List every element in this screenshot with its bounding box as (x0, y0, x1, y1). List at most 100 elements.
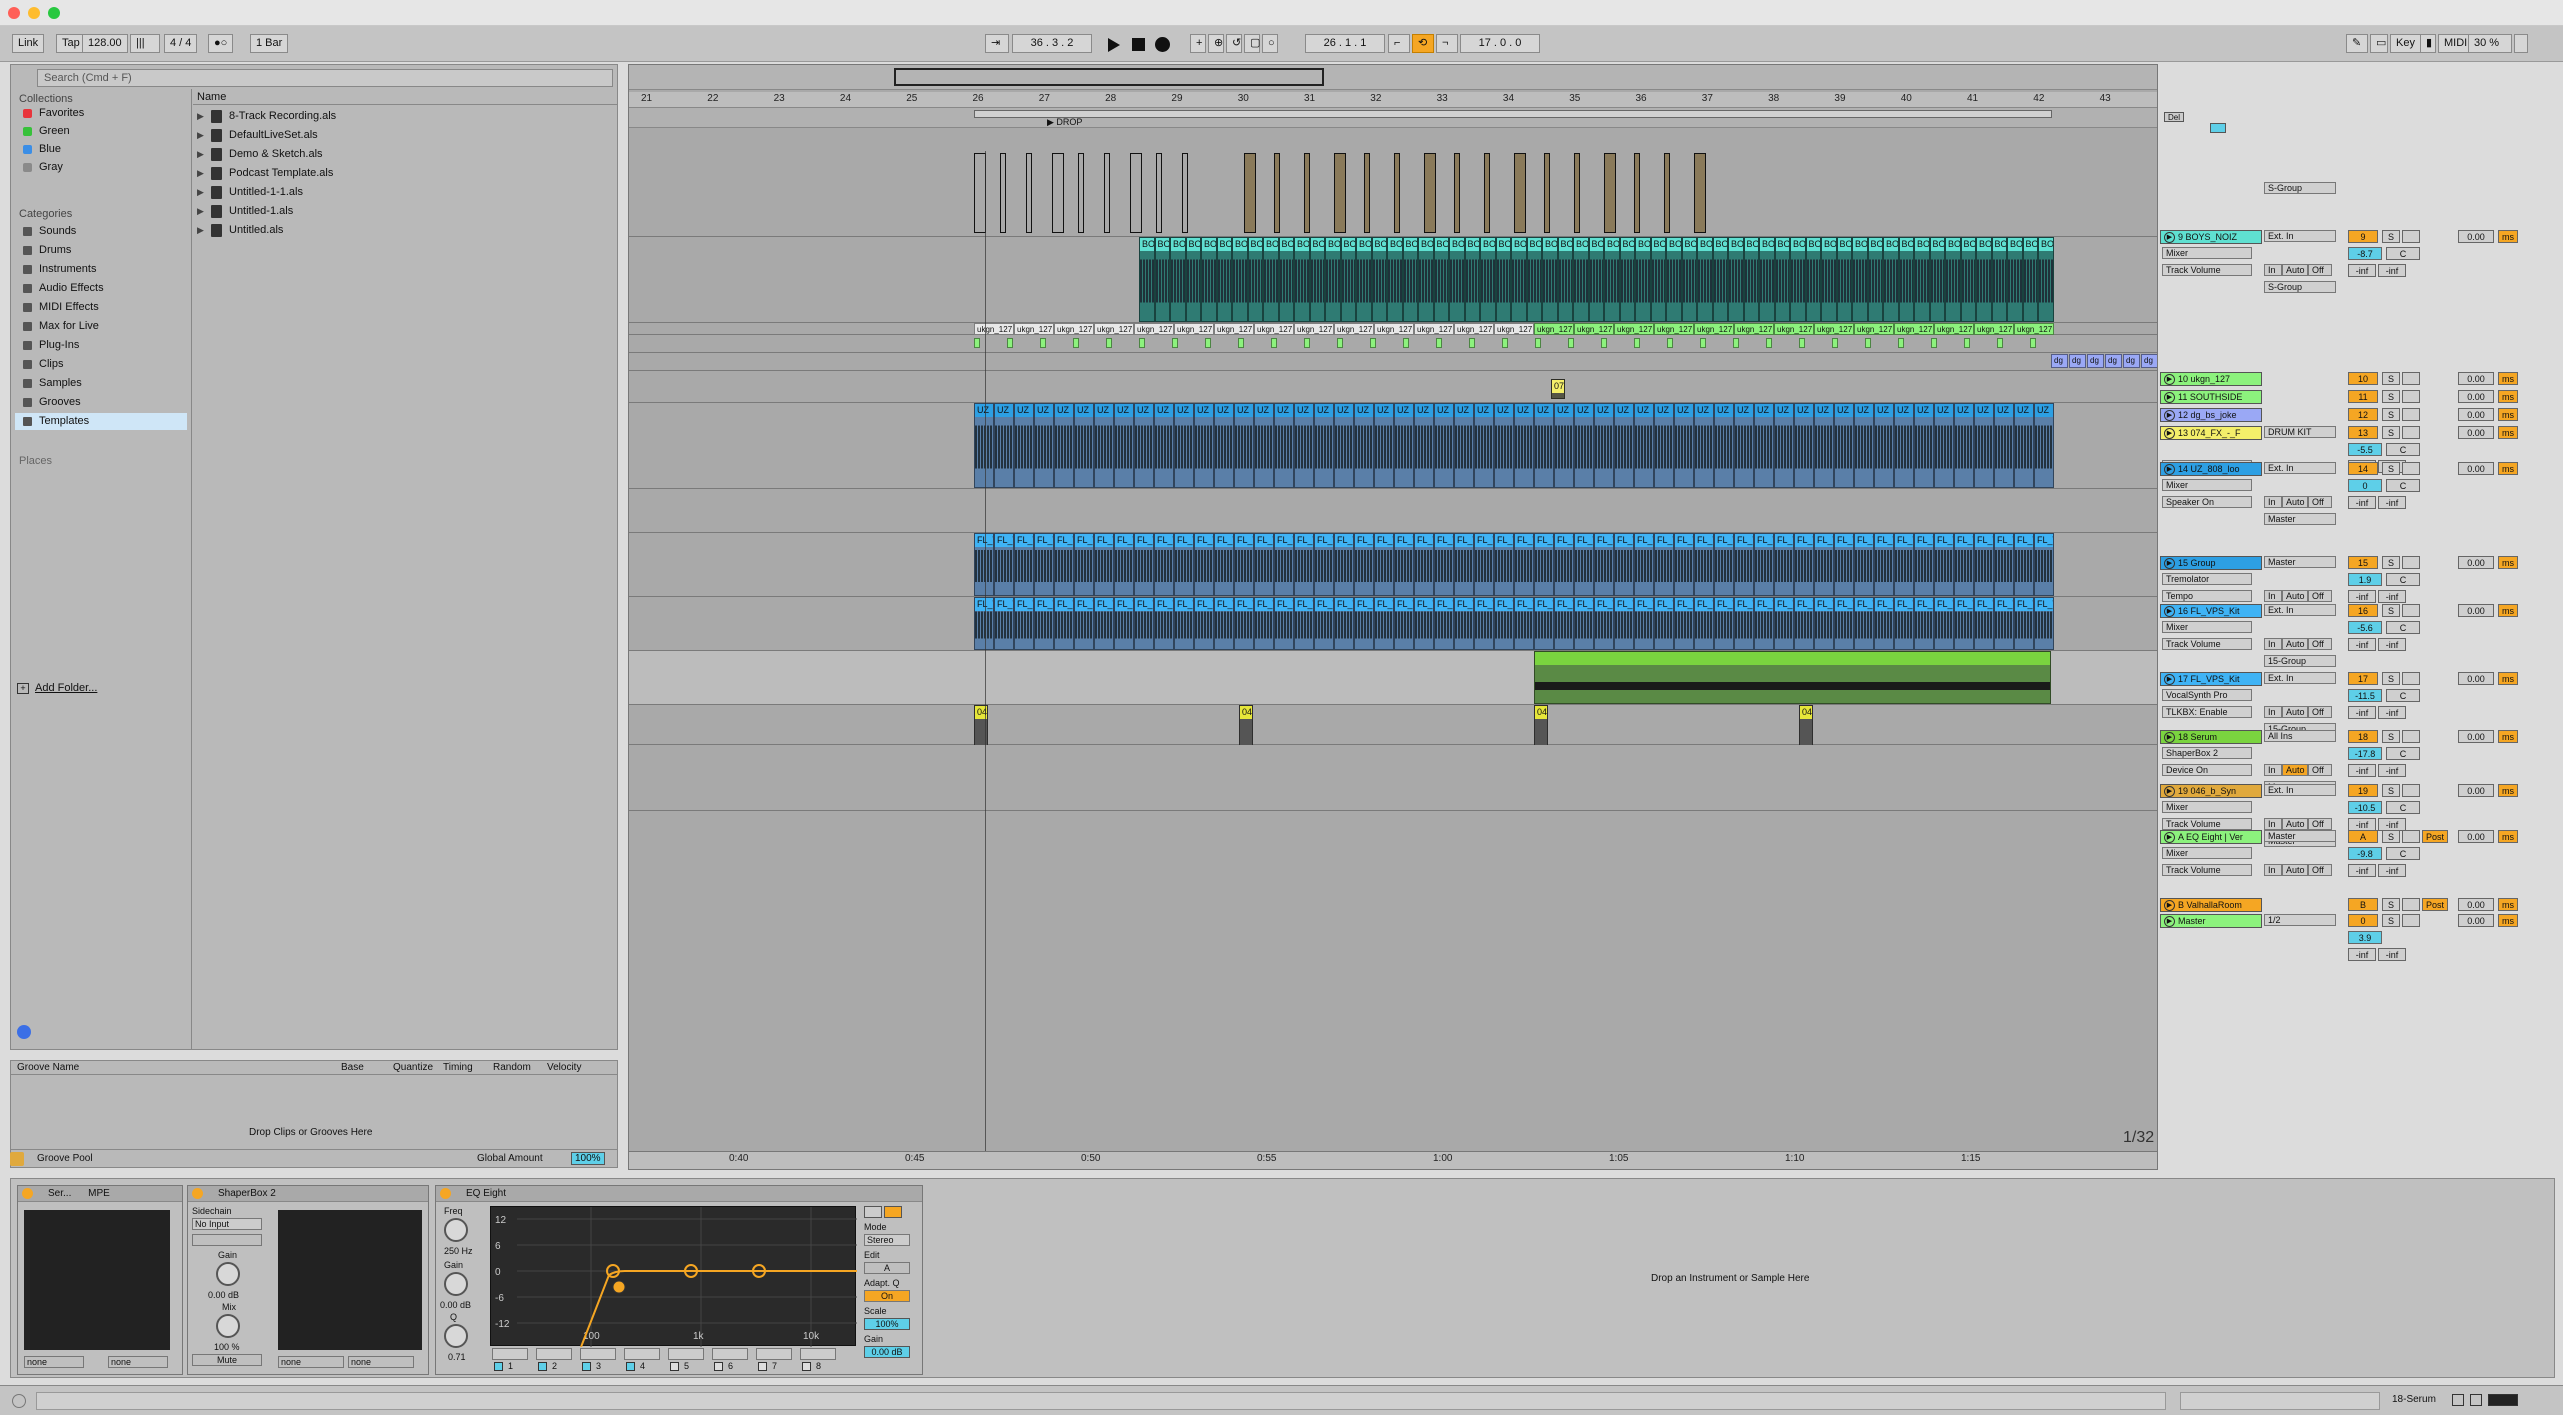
computer-midi-keyboard-button[interactable]: ▭ (2370, 34, 2388, 53)
track-lane-t16[interactable]: FL_VPS_KitFL_VPS_KitFL_VPS_KitFL_VPS_Kit… (629, 533, 2157, 597)
clip[interactable]: BO (1325, 237, 1341, 322)
sidebar-item-instruments[interactable]: Instruments (15, 261, 187, 278)
pan-field[interactable]: C (2386, 479, 2420, 492)
clip[interactable]: UZ (1574, 403, 1594, 488)
clip[interactable]: BO (1139, 237, 1155, 322)
info-view-toggle[interactable] (12, 1394, 26, 1408)
automation-chooser[interactable]: Track Volume (2162, 864, 2252, 876)
clip[interactable] (1535, 338, 1541, 348)
clip[interactable]: ukgn_127 (1574, 323, 1614, 335)
clip[interactable] (1634, 153, 1640, 233)
monitor-off-button[interactable]: Off (2308, 638, 2332, 650)
clip[interactable]: ukgn_127 (1254, 323, 1294, 335)
clip[interactable]: FL_VPS_Kit (2034, 597, 2054, 650)
clip[interactable]: FL_VPS_Kit (1794, 533, 1814, 596)
clip[interactable]: FL_VPS_Kit (1374, 597, 1394, 650)
clip[interactable]: FL_VPS_Kit (1454, 533, 1474, 596)
solo-button[interactable]: S (2382, 372, 2400, 385)
track-activator[interactable]: 19 (2348, 784, 2378, 797)
sidebar-item-drums[interactable]: Drums (15, 242, 187, 259)
clip[interactable]: ukgn_127 (974, 323, 1014, 335)
key-map-button[interactable]: Key (2390, 34, 2421, 53)
locator-drop[interactable]: ▶ DROP (1037, 117, 1082, 128)
clip[interactable] (1052, 153, 1064, 233)
track-play-icon[interactable]: ▶ (2164, 674, 2175, 685)
list-item[interactable]: ▶ 8-Track Recording.als (197, 107, 336, 125)
clip[interactable]: dg (2069, 354, 2086, 368)
expand-arrow-icon[interactable]: ▶ (197, 107, 204, 125)
clip[interactable]: UZ (1054, 403, 1074, 488)
clip[interactable]: UZ (1274, 403, 1294, 488)
clip[interactable]: BO (1418, 237, 1434, 322)
clip[interactable]: ukgn_127 (2014, 323, 2054, 335)
clip[interactable]: FL_VPS_Kit (1174, 533, 1194, 596)
clip[interactable]: BO (1991, 237, 2007, 322)
clip[interactable]: BO (1495, 237, 1511, 322)
clip[interactable]: ukgn_127 (1214, 323, 1254, 335)
clip[interactable]: ukgn_127 (1454, 323, 1494, 335)
track-delay-field[interactable]: 0.00 (2458, 784, 2494, 797)
clip[interactable]: BO (1929, 237, 1945, 322)
clip[interactable]: FL_VPS_Kit (1114, 533, 1134, 596)
clip[interactable]: dg (2105, 354, 2122, 368)
clip[interactable] (1026, 153, 1032, 233)
clip[interactable]: UZ (1714, 403, 1734, 488)
clip[interactable] (1073, 338, 1079, 348)
clip[interactable]: FL_VPS_Kit (1214, 597, 1234, 650)
sidebar-item-plug-ins[interactable]: Plug-Ins (15, 337, 187, 354)
clip[interactable]: UZ (1194, 403, 1214, 488)
clip[interactable]: UZ (1254, 403, 1274, 488)
clip[interactable]: BO (1154, 237, 1170, 322)
browser-search-input[interactable]: Search (Cmd + F) (37, 69, 613, 87)
monitor-in-button[interactable]: In (2264, 638, 2282, 650)
volume-field[interactable]: -11.5 (2348, 689, 2382, 702)
loop-switch-button[interactable]: ⟲ (1412, 34, 1434, 53)
eq-audition-toggle[interactable] (884, 1206, 902, 1218)
track-lane-t12[interactable]: dg dg dg dg dg dg (629, 353, 2157, 371)
clip[interactable]: BO (1309, 237, 1325, 322)
clip[interactable]: FL_VPS_Kit (1994, 533, 2014, 596)
pan-field[interactable]: C (2386, 621, 2420, 634)
track-play-icon[interactable]: ▶ (2164, 464, 2175, 475)
clip[interactable] (1040, 338, 1046, 348)
monitor-in-button[interactable]: In (2264, 264, 2282, 276)
gain-knob[interactable] (216, 1262, 240, 1286)
clip[interactable] (1364, 153, 1370, 233)
clip[interactable]: dg (2123, 354, 2140, 368)
list-item[interactable]: ▶ Untitled.als (197, 221, 283, 239)
output-select[interactable]: Master (2264, 513, 2336, 525)
delay-unit-toggle[interactable]: ms (2498, 784, 2518, 797)
monitor-auto-button[interactable]: Auto (2282, 764, 2308, 776)
track-activator[interactable]: 14 (2348, 462, 2378, 475)
clip[interactable]: FL_VPS_Kit (1774, 597, 1794, 650)
clip[interactable]: FL_VPS_Kit (1714, 533, 1734, 596)
volume-field[interactable]: -17.8 (2348, 747, 2382, 760)
clip[interactable]: FL_VPS_Kit (1294, 533, 1314, 596)
clip[interactable]: dg (2141, 354, 2157, 368)
clip[interactable]: ukgn_127 (1294, 323, 1334, 335)
clip[interactable] (974, 338, 980, 348)
clip[interactable] (1182, 153, 1188, 233)
clip[interactable]: FL_VPS_Kit (1414, 533, 1434, 596)
loop-brace[interactable] (974, 110, 2052, 118)
close-window-button[interactable] (8, 7, 20, 19)
monitor-auto-button[interactable]: Auto (2282, 496, 2308, 508)
clip[interactable] (1172, 338, 1178, 348)
clip[interactable]: UZ (994, 403, 1014, 488)
clip[interactable] (1574, 153, 1580, 233)
clip[interactable]: ukgn_127 (1494, 323, 1534, 335)
track-delay-field[interactable]: 0.00 (2458, 730, 2494, 743)
delay-unit-toggle[interactable]: ms (2498, 672, 2518, 685)
clip[interactable]: FL_VPS_Kit (994, 597, 1014, 650)
arm-button[interactable] (2402, 830, 2420, 843)
track-activator[interactable]: 10 (2348, 372, 2378, 385)
clip[interactable]: UZ (1594, 403, 1614, 488)
clip[interactable] (1274, 153, 1280, 233)
clip[interactable]: BO (1635, 237, 1651, 322)
monitor-in-button[interactable]: In (2264, 818, 2282, 830)
list-item[interactable]: ▶ Demo & Sketch.als (197, 145, 323, 163)
filter-type-select[interactable] (756, 1348, 792, 1360)
delay-unit-toggle[interactable]: ms (2498, 462, 2518, 475)
track-activator[interactable]: 12 (2348, 408, 2378, 421)
clip[interactable]: FL_VPS_Kit (1694, 533, 1714, 596)
